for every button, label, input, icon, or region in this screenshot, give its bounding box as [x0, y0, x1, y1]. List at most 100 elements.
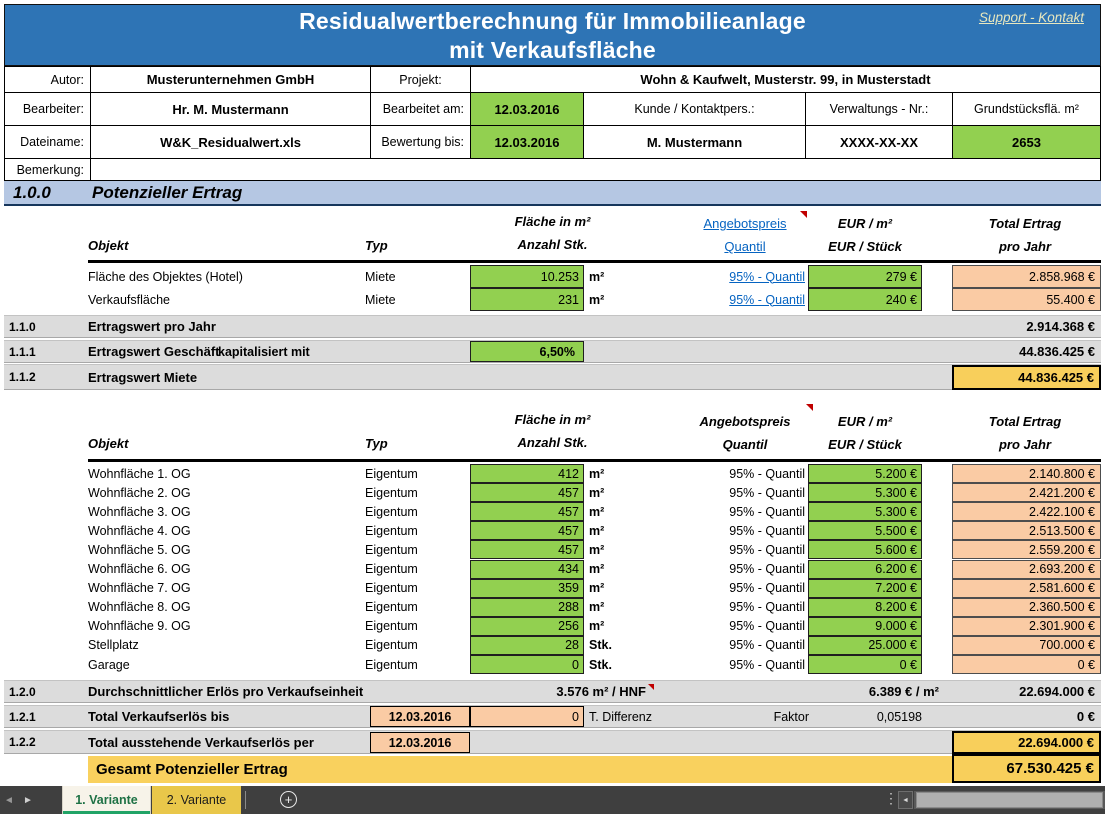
objekt-cell: Wohnfläche 5. OG — [88, 540, 358, 559]
quantil-cell: 95% - Quantil — [665, 560, 805, 579]
section-title: Potenzieller Ertrag — [92, 183, 242, 203]
tab-scroll-right-icon[interactable]: ► — [23, 786, 33, 814]
cap-rate-input-cell[interactable]: 6,50% — [470, 341, 584, 362]
kunde-label: Kunde / Kontaktpers.: — [583, 92, 806, 126]
t1-header-quantil-link[interactable]: Quantil — [685, 239, 805, 254]
row-number: 1.1.2 — [9, 365, 36, 389]
t1-header-total-1: Total Ertrag — [950, 216, 1100, 231]
splitter-dots-icon[interactable]: ⋮ — [884, 790, 898, 807]
area-input-cell[interactable]: 434 — [470, 560, 584, 579]
sheet-tab-variante-2[interactable]: 2. Variante — [152, 786, 241, 814]
area-input-cell[interactable]: 412 — [470, 464, 584, 483]
row-label: Total Verkaufserlös bis — [88, 706, 229, 727]
t2-header-flaeche-1: Fläche in m² — [475, 412, 630, 427]
objekt-cell: Wohnfläche 2. OG — [88, 483, 358, 502]
quantil-link[interactable]: 95% - Quantil — [665, 288, 805, 311]
unit-label: Stk. — [589, 636, 639, 655]
price-input-cell[interactable]: 5.200 € — [808, 464, 922, 483]
unit-label: m² — [589, 540, 639, 559]
faktor-label: Faktor — [714, 706, 809, 727]
price-input-cell[interactable]: 0 € — [808, 655, 922, 674]
support-contact-link[interactable]: Support - Kontakt — [979, 10, 1084, 25]
t1-header-eur-2: EUR / Stück — [800, 239, 930, 254]
typ-cell: Eigentum — [365, 521, 465, 540]
table-row: Wohnfläche 7. OGEigentum359m²95% - Quant… — [0, 579, 1105, 598]
row-1-2-0: 1.2.0 Durchschnittlicher Erlös pro Verka… — [4, 680, 1101, 703]
area-input-cell[interactable]: 359 — [470, 579, 584, 598]
price-input-cell[interactable]: 9.000 € — [808, 617, 922, 636]
add-sheet-icon[interactable]: + — [280, 791, 297, 808]
title-bar: Residualwertberechnung für Immobilieanla… — [4, 4, 1101, 66]
verkaufserloes-bis-date-cell[interactable]: 12.03.2016 — [370, 706, 470, 727]
objekt-cell: Wohnfläche 4. OG — [88, 521, 358, 540]
area-input-cell[interactable]: 10.253 — [470, 265, 584, 288]
price-input-cell[interactable]: 279 € — [808, 265, 922, 288]
ausstehend-date-cell[interactable]: 12.03.2016 — [370, 732, 470, 753]
unit-label: m² — [589, 483, 639, 502]
table-row: Wohnfläche 8. OGEigentum288m²95% - Quant… — [0, 598, 1105, 617]
total-result-cell: 2.422.100 € — [952, 502, 1101, 521]
ertragswert-miete-result-cell[interactable]: 44.836.425 € — [952, 365, 1101, 390]
area-input-cell[interactable]: 457 — [470, 483, 584, 502]
price-input-cell[interactable]: 5.300 € — [808, 483, 922, 502]
bewertung-bis-date-cell[interactable]: 12.03.2016 — [470, 125, 584, 159]
quantil-cell: 95% - Quantil — [665, 521, 805, 540]
t1-header-typ: Typ — [365, 238, 388, 253]
objekt-cell: Wohnfläche 3. OG — [88, 502, 358, 521]
price-input-cell[interactable]: 240 € — [808, 288, 922, 311]
unit-label: m² — [589, 521, 639, 540]
area-input-cell[interactable]: 288 — [470, 598, 584, 617]
typ-cell: Miete — [365, 288, 465, 311]
area-input-cell[interactable]: 457 — [470, 502, 584, 521]
row-label: Ertragswert Geschäft — [88, 341, 220, 362]
area-input-cell[interactable]: 457 — [470, 540, 584, 559]
row-value: 22.694.000 € — [1019, 681, 1095, 702]
comment-marker-hnf — [648, 684, 654, 690]
row-label: Ertragswert pro Jahr — [88, 316, 216, 337]
table-row: GarageEigentum0Stk.95% - Quantil0 €0 € — [0, 655, 1105, 674]
price-input-cell[interactable]: 5.500 € — [808, 521, 922, 540]
area-input-cell[interactable]: 231 — [470, 288, 584, 311]
quantil-cell: 95% - Quantil — [665, 502, 805, 521]
ausstehend-result-cell[interactable]: 22.694.000 € — [952, 731, 1101, 754]
page-title-line2: mit Verkaufsfläche — [5, 37, 1100, 64]
t2-header-total-2: pro Jahr — [950, 437, 1100, 452]
price-input-cell[interactable]: 8.200 € — [808, 598, 922, 617]
t2-header-eur-1: EUR / m² — [800, 414, 930, 429]
area-input-cell[interactable]: 457 — [470, 521, 584, 540]
quantil-cell: 95% - Quantil — [665, 540, 805, 559]
typ-cell: Eigentum — [365, 617, 465, 636]
verkaufserloes-zero-cell[interactable]: 0 — [470, 706, 584, 727]
bearbeitet-am-date-cell[interactable]: 12.03.2016 — [470, 92, 584, 126]
price-input-cell[interactable]: 5.600 € — [808, 540, 922, 559]
total-result-cell: 0 € — [952, 655, 1101, 674]
price-input-cell[interactable]: 7.200 € — [808, 579, 922, 598]
grundstuecksflaeche-value-cell[interactable]: 2653 — [952, 125, 1101, 159]
row-value: 2.914.368 € — [1026, 316, 1095, 337]
table-row: Wohnfläche 1. OGEigentum412m²95% - Quant… — [0, 464, 1105, 483]
area-input-cell[interactable]: 256 — [470, 617, 584, 636]
t1-header-flaeche-2: Anzahl Stk. — [475, 237, 630, 252]
table-row: Wohnfläche 3. OGEigentum457m²95% - Quant… — [0, 502, 1105, 521]
objekt-cell: Garage — [88, 655, 358, 674]
quantil-link[interactable]: 95% - Quantil — [665, 265, 805, 288]
t2-header-flaeche-2: Anzahl Stk. — [475, 435, 630, 450]
dateiname-label: Dateiname: — [4, 125, 91, 159]
quantil-cell: 95% - Quantil — [665, 598, 805, 617]
tab-scroll-left-icon[interactable]: ◄ — [4, 786, 14, 814]
typ-cell: Eigentum — [365, 579, 465, 598]
price-input-cell[interactable]: 25.000 € — [808, 636, 922, 655]
price-input-cell[interactable]: 5.300 € — [808, 502, 922, 521]
avg-price-value: 6.389 € / m² — [774, 681, 939, 702]
price-input-cell[interactable]: 6.200 € — [808, 560, 922, 579]
bemerkung-value-cell[interactable] — [90, 158, 1101, 181]
bearbeiter-label: Bearbeiter: — [4, 92, 91, 126]
area-input-cell[interactable]: 28 — [470, 636, 584, 655]
row-sublabel: kapitalisiert mit — [218, 341, 310, 362]
area-input-cell[interactable]: 0 — [470, 655, 584, 674]
horizontal-scrollbar-thumb[interactable] — [916, 792, 1103, 808]
hscroll-left-arrow-icon[interactable]: ◄ — [898, 791, 913, 809]
t1-header-angebotspreis-link[interactable]: Angebotspreis — [685, 216, 805, 231]
sheet-tab-variante-1[interactable]: 1. Variante — [62, 786, 151, 814]
total-result-cell: 2.858.968 € — [952, 265, 1101, 288]
